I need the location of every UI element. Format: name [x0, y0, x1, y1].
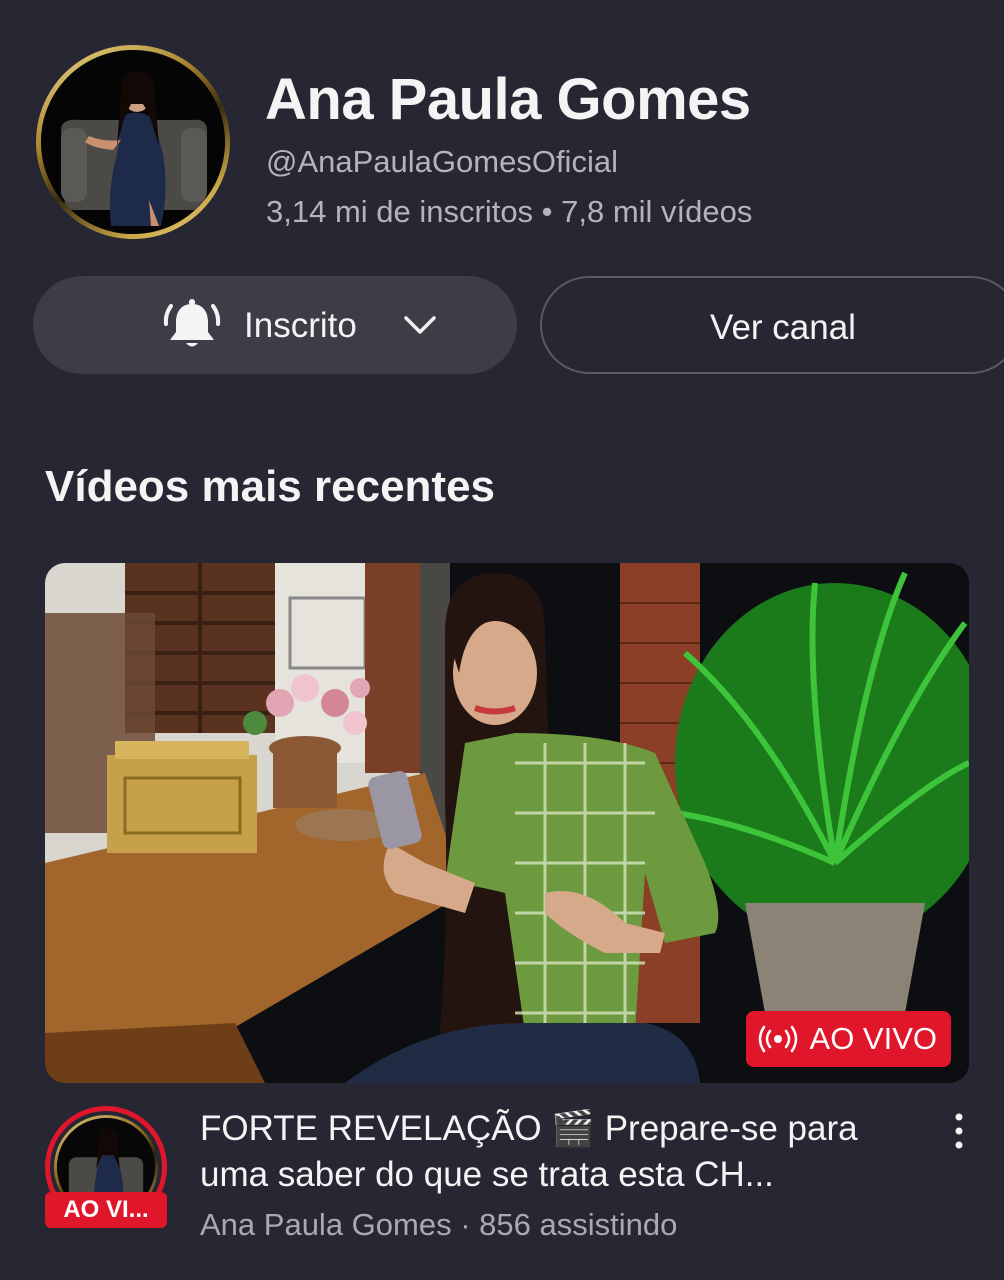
subscribed-label: Inscrito	[244, 306, 357, 345]
channel-page: Ana Paula Gomes @AnaPaulaGomesOficial 3,…	[0, 0, 1004, 1280]
live-badge: AO VIVO	[745, 1011, 951, 1067]
video-thumbnail[interactable]: AO VIVO	[45, 563, 969, 1083]
more-vertical-icon[interactable]	[944, 1110, 974, 1152]
avatar-photo	[41, 50, 225, 234]
channel-avatar[interactable]	[36, 45, 230, 239]
video-title[interactable]: FORTE REVELAÇÃO 🎬 Prepare-se para uma sa…	[200, 1106, 920, 1198]
channel-name: Ana Paula Gomes	[265, 67, 751, 132]
bell-icon	[163, 299, 221, 347]
live-badge-label: AO VIVO	[809, 1021, 937, 1056]
section-title: Vídeos mais recentes	[45, 462, 496, 511]
thumbnail-image	[45, 563, 969, 1083]
view-channel-button[interactable]: Ver canal	[540, 276, 1004, 374]
avatar-live-tag: AO VI...	[45, 1192, 167, 1228]
avatar-illustration	[41, 50, 225, 234]
channel-stats: 3,14 mi de inscritos • 7,8 mil vídeos	[266, 194, 753, 229]
live-broadcast-icon	[758, 1025, 797, 1053]
channel-handle: @AnaPaulaGomesOficial	[266, 144, 618, 179]
video-channel-viewers: Ana Paula Gomes · 856 assistindo	[200, 1207, 678, 1242]
chevron-down-icon	[404, 316, 436, 334]
subscribed-button[interactable]: Inscrito	[33, 276, 517, 374]
view-channel-label: Ver canal	[710, 308, 856, 347]
